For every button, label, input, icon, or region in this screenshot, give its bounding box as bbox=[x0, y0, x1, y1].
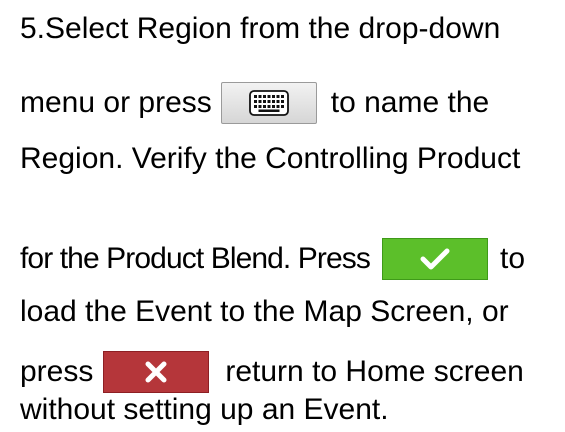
instruction-text: to name the bbox=[330, 86, 490, 119]
instruction-line-1: 5.Select Region from the drop-down bbox=[20, 11, 500, 47]
instruction-line-2: menu or press to name the bbox=[20, 82, 489, 124]
instruction-text: to bbox=[500, 242, 526, 275]
instruction-text: return to Home screen bbox=[225, 355, 524, 388]
instruction-line-7: without setting up an Event. bbox=[20, 392, 389, 428]
instruction-text: load the Event to the Map Screen, or bbox=[20, 295, 509, 328]
instruction-line-4: for the Product Blend. Press to bbox=[20, 238, 525, 280]
instruction-line-5: load the Event to the Map Screen, or bbox=[20, 294, 509, 330]
instruction-text: Region. Verify the Controlling Product bbox=[20, 142, 521, 175]
instruction-text: without setting up an Event. bbox=[20, 393, 389, 426]
instruction-line-3: Region. Verify the Controlling Product bbox=[20, 141, 520, 177]
accept-button[interactable] bbox=[382, 238, 488, 280]
keyboard-button[interactable] bbox=[220, 82, 317, 124]
instruction-text: for the Product Blend. Press bbox=[20, 242, 371, 275]
keyboard-icon bbox=[248, 90, 289, 116]
cancel-button[interactable] bbox=[103, 351, 210, 393]
instruction-text: menu or press bbox=[20, 86, 212, 119]
instruction-text: press bbox=[20, 355, 94, 388]
instruction-line-6: press return to Home screen bbox=[20, 351, 524, 393]
step-text: 5.Select Region from the drop-down bbox=[20, 12, 501, 45]
checkmark-icon bbox=[420, 248, 450, 270]
close-icon bbox=[145, 361, 167, 383]
